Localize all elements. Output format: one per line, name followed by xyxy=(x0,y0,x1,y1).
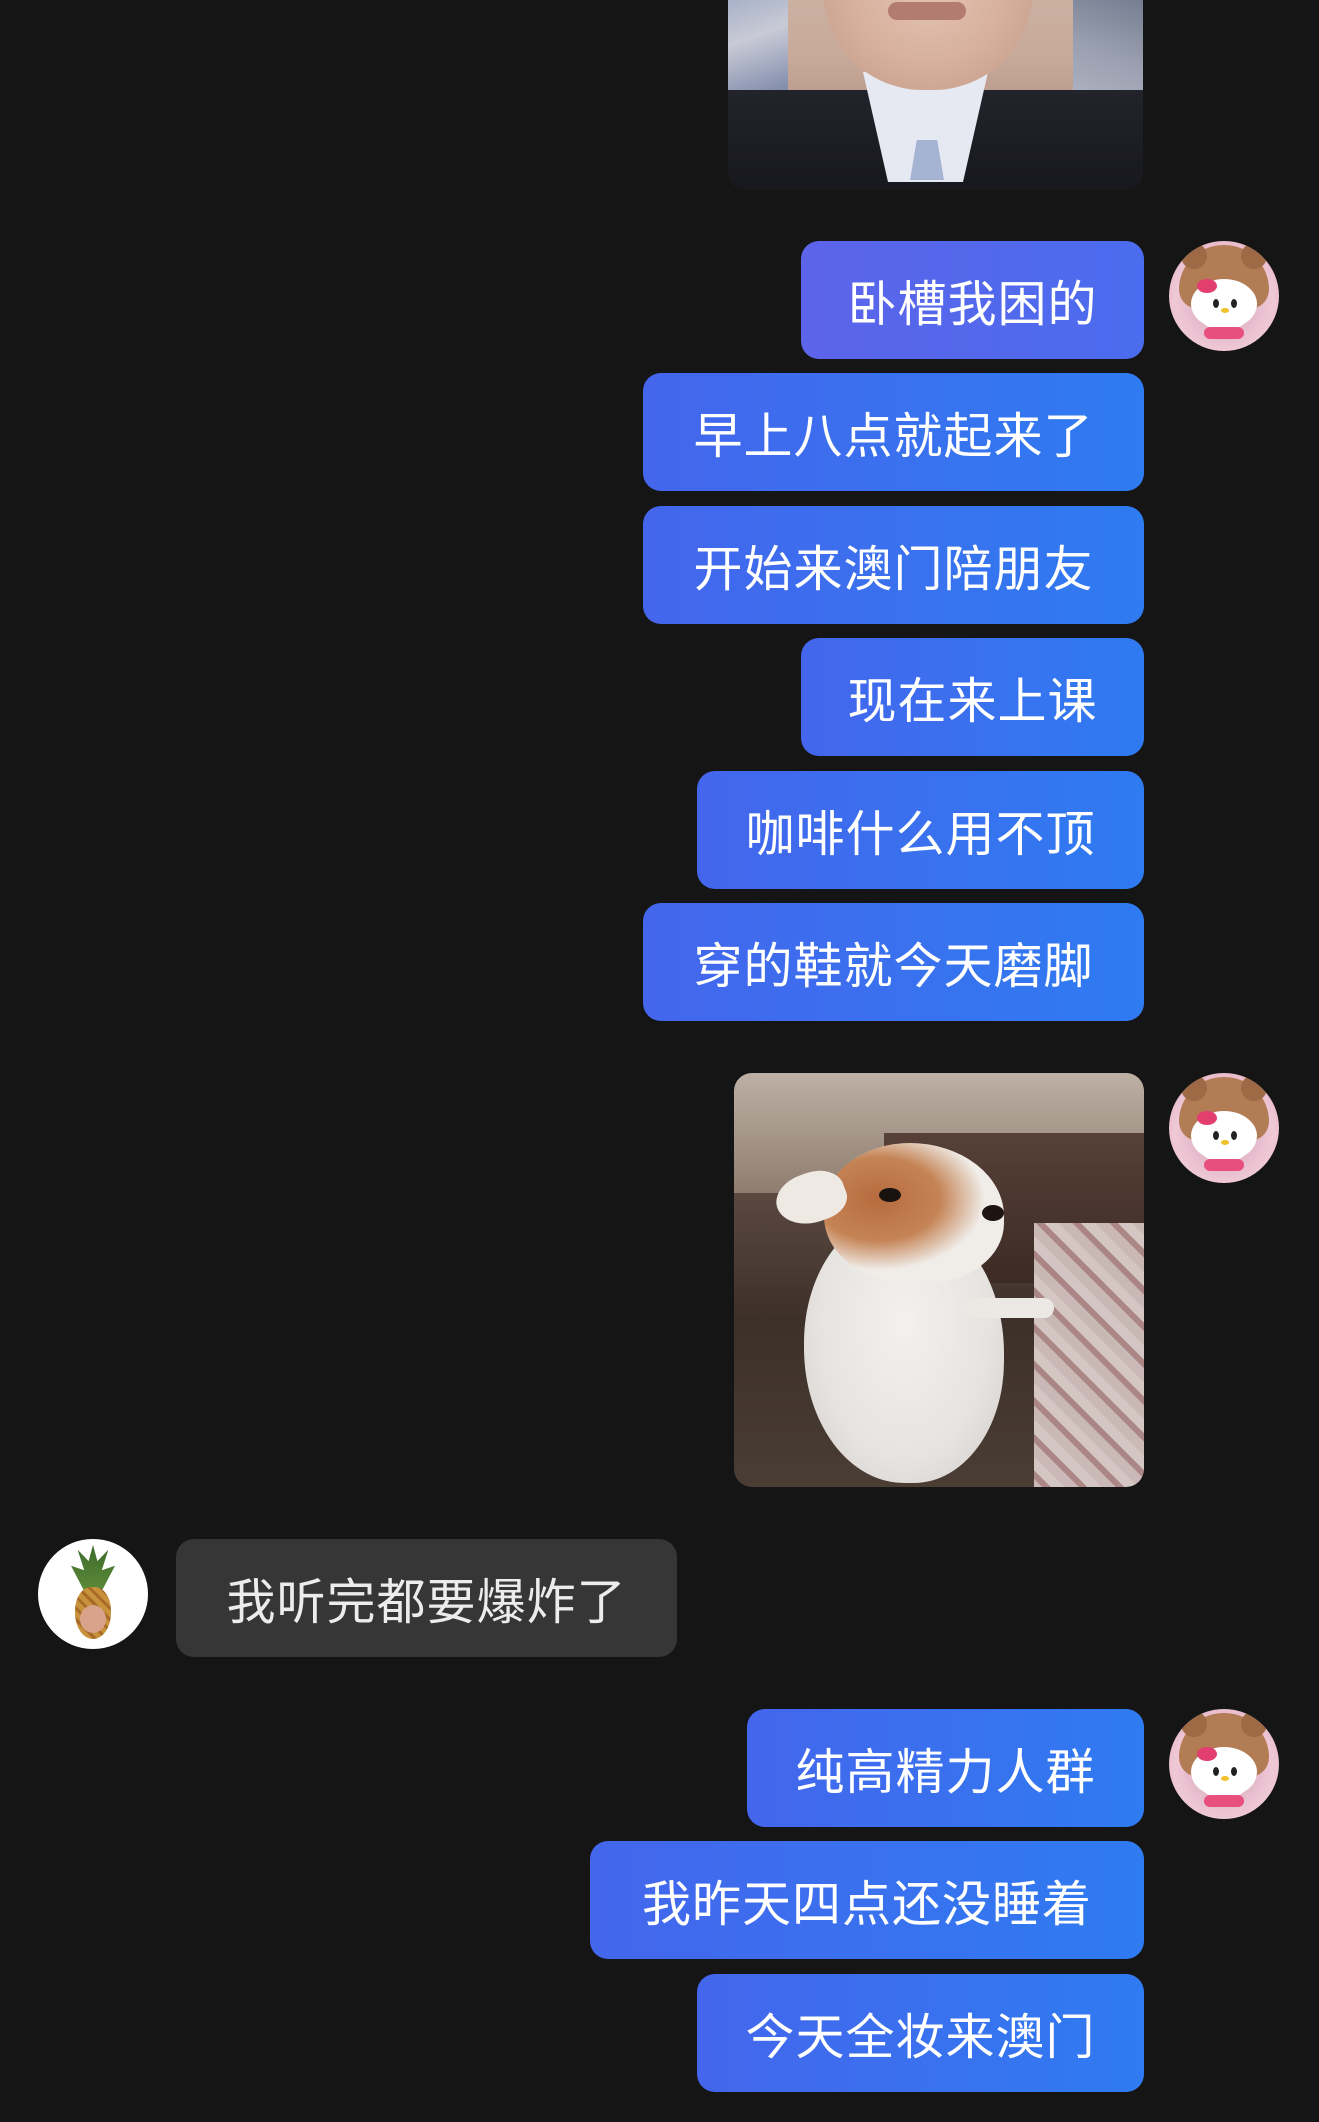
message-text: 卧槽我困的 xyxy=(847,275,1098,333)
message-bubble-received[interactable]: 我听完都要爆炸了 xyxy=(176,1539,677,1657)
photo-background xyxy=(728,0,788,90)
message-text: 开始来澳门陪朋友 xyxy=(693,540,1094,598)
message-bubble-sent[interactable]: 咖啡什么用不顶 xyxy=(697,771,1144,889)
message-text: 现在来上课 xyxy=(847,672,1098,730)
message-bubble-sent[interactable]: 纯高精力人群 xyxy=(747,1709,1144,1827)
message-text: 今天全妆来澳门 xyxy=(745,2008,1096,2066)
my-avatar[interactable] xyxy=(1169,241,1279,351)
message-text: 穿的鞋就今天磨脚 xyxy=(693,937,1094,995)
photo-lips xyxy=(888,2,966,20)
message-bubble-sent[interactable]: 现在来上课 xyxy=(801,638,1144,756)
sent-photo-dog-sticker[interactable] xyxy=(734,1073,1144,1487)
message-bubble-sent[interactable]: 开始来澳门陪朋友 xyxy=(643,506,1144,624)
message-text: 纯高精力人群 xyxy=(795,1743,1096,1801)
my-avatar[interactable] xyxy=(1169,1709,1279,1819)
message-bubble-sent[interactable]: 卧槽我困的 xyxy=(801,241,1144,359)
message-text: 早上八点就起来了 xyxy=(693,407,1094,465)
message-bubble-sent[interactable]: 早上八点就起来了 xyxy=(643,373,1144,491)
message-bubble-sent[interactable]: 穿的鞋就今天磨脚 xyxy=(643,903,1144,1021)
sent-photo-man-in-suit[interactable] xyxy=(728,0,1143,190)
contact-avatar[interactable] xyxy=(38,1539,148,1649)
message-text: 咖啡什么用不顶 xyxy=(745,805,1096,863)
message-text: 我听完都要爆炸了 xyxy=(226,1573,627,1631)
message-text: 我昨天四点还没睡着 xyxy=(641,1875,1092,1933)
my-avatar[interactable] xyxy=(1169,1073,1279,1183)
message-bubble-sent[interactable]: 我昨天四点还没睡着 xyxy=(590,1841,1144,1959)
message-bubble-sent[interactable]: 今天全妆来澳门 xyxy=(697,1974,1144,2092)
